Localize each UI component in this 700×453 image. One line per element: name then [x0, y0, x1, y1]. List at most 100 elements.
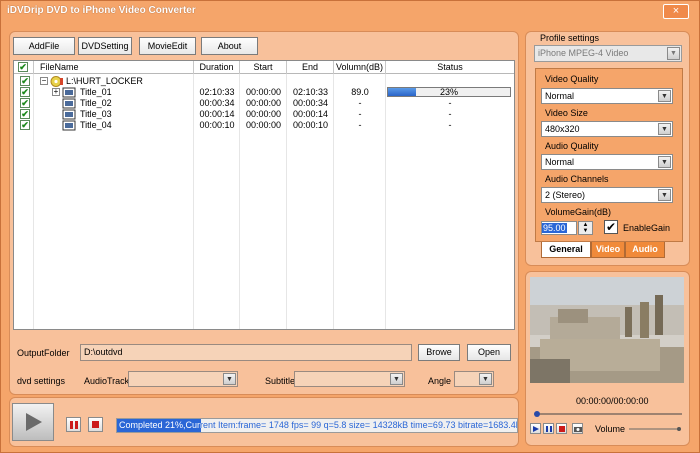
row-status: -	[448, 98, 452, 108]
row-duration: 00:00:10	[199, 120, 235, 130]
row-end: 00:00:14	[292, 109, 329, 119]
playback-time: 00:00:00/00:00:00	[576, 396, 649, 406]
film-icon	[62, 87, 76, 98]
angle-select[interactable]: ▼	[454, 371, 494, 387]
row-duration: 00:00:34	[199, 98, 235, 108]
row-checkbox[interactable]: ✔	[20, 120, 30, 130]
file-list[interactable]: ✔ FileName Duration Start End Volumn(dB)…	[13, 60, 515, 330]
spin-down-icon[interactable]: ▼	[579, 228, 592, 234]
output-folder-label: OutputFolder	[17, 348, 70, 358]
col-volume[interactable]: Volumn(dB)	[334, 61, 386, 74]
col-start[interactable]: Start	[240, 61, 287, 74]
video-size-select[interactable]: 480x320 ▼	[541, 121, 673, 137]
row-filename: Title_02	[80, 98, 112, 108]
subtitle-select[interactable]: ▼	[294, 371, 405, 387]
row-checkbox[interactable]: ✔	[20, 98, 30, 108]
pause-icon	[546, 426, 552, 432]
volume-gain-spinner[interactable]: ▲ ▼	[578, 221, 593, 235]
snapshot-button[interactable]	[572, 423, 583, 434]
table-row[interactable]: ✔ Title_03 00:00:14 00:00:00 00:00:14 - …	[14, 109, 514, 120]
col-filename[interactable]: FileName	[34, 61, 194, 74]
close-button[interactable]: ×	[663, 4, 689, 19]
row-checkbox[interactable]: ✔	[20, 109, 30, 119]
row-start: 00:00:00	[245, 109, 282, 119]
chevron-down-icon[interactable]: ▼	[223, 373, 236, 385]
row-volume: 89.0	[351, 87, 369, 97]
table-row[interactable]: ✔ Title_04 00:00:10 00:00:00 00:00:10 - …	[14, 120, 514, 131]
volume-label: Volume	[595, 424, 626, 434]
dvd-settings-label: dvd settings	[17, 376, 66, 386]
seek-handle-icon[interactable]	[534, 411, 540, 417]
browse-button[interactable]: Browe	[418, 344, 460, 361]
file-list-header: ✔ FileName Duration Start End Volumn(dB)…	[14, 61, 514, 74]
volume-gain-input[interactable]: 95.00	[541, 221, 577, 235]
tab-general[interactable]: General	[541, 242, 591, 258]
row-status: -	[448, 109, 452, 119]
table-row[interactable]: ✔ + Title_01 02:10:33 00:00:00 02:10:33 …	[14, 87, 514, 98]
col-duration[interactable]: Duration	[194, 61, 240, 74]
add-file-button[interactable]: AddFile	[13, 37, 75, 55]
chevron-down-icon[interactable]: ▼	[658, 90, 671, 102]
enable-gain-label: EnableGain	[623, 223, 671, 233]
tab-audio[interactable]: Audio	[625, 242, 665, 258]
row-volume: -	[358, 120, 362, 130]
volume-slider[interactable]	[627, 425, 683, 433]
volume-gain-label: VolumeGain(dB)	[545, 207, 612, 217]
player-play-button[interactable]	[530, 423, 541, 434]
row-status: -	[448, 120, 452, 130]
play-icon	[533, 426, 539, 432]
player-stop-button[interactable]	[556, 423, 567, 434]
profile-settings-title: Profile settings	[540, 33, 600, 43]
select-all-checkbox[interactable]: ✔	[18, 62, 28, 72]
subtitle-label: Subtitle	[265, 376, 296, 386]
chevron-down-icon[interactable]: ▼	[667, 47, 680, 60]
player-pause-button[interactable]	[543, 423, 554, 434]
stop-icon	[92, 421, 99, 428]
dvd-setting-button[interactable]: DVDSetting	[78, 37, 132, 55]
film-icon	[62, 120, 76, 131]
tree-root-row[interactable]: ✔ − L:\HURT_LOCKER	[14, 76, 514, 87]
table-row[interactable]: ✔ Title_02 00:00:34 00:00:00 00:00:34 - …	[14, 98, 514, 109]
audio-channels-label: Audio Channels	[545, 174, 609, 184]
open-button[interactable]: Open	[467, 344, 511, 361]
expand-icon[interactable]: +	[52, 88, 60, 96]
video-quality-value: Normal	[545, 91, 575, 101]
profile-select[interactable]: iPhone MPEG-4 Video ▼	[534, 45, 682, 62]
video-frame-image	[530, 277, 684, 383]
row-start: 00:00:00	[245, 87, 282, 97]
audio-quality-select[interactable]: Normal ▼	[541, 154, 673, 170]
audio-channels-select[interactable]: 2 (Stereo) ▼	[541, 187, 673, 203]
start-button[interactable]	[12, 403, 54, 441]
audio-track-select[interactable]: ▼	[128, 371, 238, 387]
seek-slider[interactable]	[532, 410, 684, 418]
movie-edit-button[interactable]: MovieEdit	[139, 37, 196, 55]
video-quality-select[interactable]: Normal ▼	[541, 88, 673, 104]
volume-handle-icon[interactable]	[677, 427, 681, 431]
root-label: L:\HURT_LOCKER	[66, 76, 143, 86]
chevron-down-icon[interactable]: ▼	[658, 189, 671, 201]
row-duration: 00:00:14	[199, 109, 235, 119]
row-filename: Title_03	[80, 109, 112, 119]
col-status[interactable]: Status	[386, 61, 514, 74]
chevron-down-icon[interactable]: ▼	[658, 123, 671, 135]
row-checkbox[interactable]: ✔	[20, 76, 30, 86]
row-volume: -	[358, 98, 362, 108]
status-progress-fill: Completed 21%,Current Item:frame= 1748 f…	[117, 419, 201, 432]
row-status: 23%	[439, 87, 458, 97]
status-text-highlight: Completed 21%,Current Item:frame= 1748 f…	[119, 420, 201, 430]
chevron-down-icon[interactable]: ▼	[390, 373, 403, 385]
col-end[interactable]: End	[287, 61, 334, 74]
row-checkbox[interactable]: ✔	[20, 87, 30, 97]
about-button[interactable]: About	[201, 37, 258, 55]
camera-icon	[574, 427, 582, 432]
chevron-down-icon[interactable]: ▼	[658, 156, 671, 168]
video-preview	[530, 277, 684, 383]
chevron-down-icon[interactable]: ▼	[479, 373, 492, 385]
tab-video[interactable]: Video	[591, 242, 625, 258]
enable-gain-checkbox[interactable]: ✔	[604, 220, 618, 234]
window-title: iDVDrip DVD to iPhone Video Converter	[7, 5, 196, 16]
output-folder-input[interactable]: D:\outdvd	[80, 344, 412, 361]
pause-button[interactable]	[66, 417, 81, 432]
collapse-icon[interactable]: −	[40, 77, 48, 85]
stop-button[interactable]	[88, 417, 103, 432]
